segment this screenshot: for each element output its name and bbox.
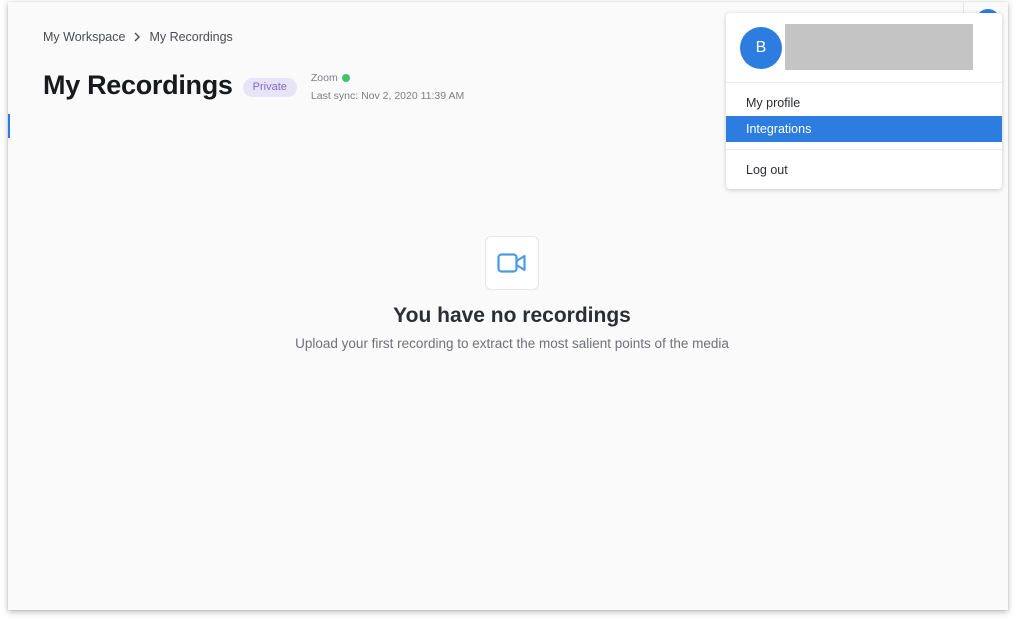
provider-name: Zoom: [310, 72, 338, 84]
menu-divider: [726, 149, 1002, 150]
avatar: B: [740, 27, 782, 69]
menu-item-log-out[interactable]: Log out: [726, 157, 1002, 183]
breadcrumb-item-workspace[interactable]: My Workspace: [43, 30, 125, 44]
title-row: My Recordings Private Zoom Last sync: No…: [43, 68, 464, 102]
page-title: My Recordings: [43, 70, 233, 100]
menu-item-integrations[interactable]: Integrations: [726, 116, 1002, 142]
user-menu-header: B: [726, 13, 1002, 83]
menu-item-my-profile[interactable]: My profile: [726, 90, 1002, 116]
user-menu-dropdown: B My profile Integrations Log out: [726, 13, 1002, 189]
sidebar-active-indicator: [8, 114, 10, 138]
empty-state: You have no recordings Upload your first…: [8, 236, 1008, 351]
redacted-user-name: [785, 24, 973, 70]
chevron-right-icon: [133, 32, 141, 42]
app-window: My Workspace My Recordings My Recordings…: [8, 2, 1008, 610]
sync-info: Zoom Last sync: Nov 2, 2020 11:39 AM: [311, 72, 464, 102]
empty-state-title: You have no recordings: [393, 304, 631, 327]
breadcrumb-item-recordings[interactable]: My Recordings: [149, 30, 232, 44]
privacy-badge: Private: [242, 78, 297, 97]
breadcrumb: My Workspace My Recordings: [43, 30, 233, 44]
empty-state-subtitle: Upload your first recording to extract t…: [295, 336, 729, 351]
last-sync-text: Last sync: Nov 2, 2020 11:39 AM: [310, 90, 465, 102]
video-camera-icon: [485, 236, 539, 290]
connected-status-icon: [341, 74, 350, 82]
